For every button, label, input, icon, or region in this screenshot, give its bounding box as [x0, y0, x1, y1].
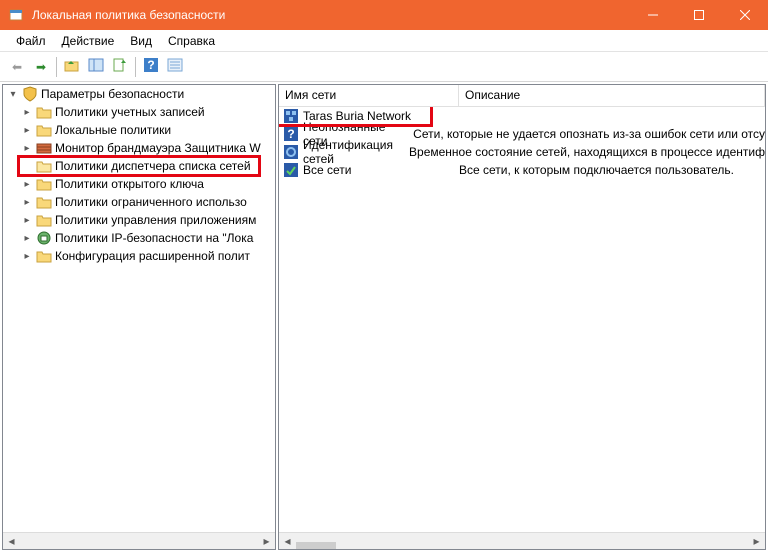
chevron-right-icon[interactable]: ▸ [21, 125, 33, 136]
folder-icon [36, 176, 52, 192]
arrow-left-icon: ⬅ [12, 60, 22, 74]
tree-item-label: Локальные политики [55, 123, 171, 137]
tree-item[interactable]: ▸ Политики управления приложениям [3, 211, 275, 229]
show-hide-tree-button[interactable] [85, 56, 107, 78]
folder-icon [36, 212, 52, 228]
folder-icon [36, 194, 52, 210]
folder-open-icon [36, 158, 52, 174]
tree-item-label: Политики диспетчера списка сетей [55, 159, 251, 173]
scroll-left-icon[interactable]: ◂ [3, 533, 20, 550]
toolbar: ⬅ ➡ ? [0, 52, 768, 82]
panes-icon [88, 57, 104, 76]
tree-item-label: Политики управления приложениям [55, 213, 256, 227]
firewall-icon [36, 140, 52, 156]
tree-item[interactable]: ▸ Конфигурация расширенной полит [3, 247, 275, 265]
tree-panel: ▾ Параметры безопасности ▸ Политики учет… [2, 84, 276, 550]
tree-item-label: Конфигурация расширенной полит [55, 249, 250, 263]
window-title: Локальная политика безопасности [32, 8, 630, 22]
chevron-right-icon[interactable]: ▸ [21, 215, 33, 226]
arrow-right-icon: ➡ [36, 60, 46, 74]
list-body[interactable]: Taras Buria Network ? Неопознанные сети … [279, 107, 765, 532]
folder-icon [36, 104, 52, 120]
list-horizontal-scrollbar[interactable]: ◂ ▸ [279, 532, 765, 549]
back-button[interactable]: ⬅ [6, 56, 28, 78]
app-icon [8, 7, 24, 23]
ipsec-icon [36, 230, 52, 246]
close-button[interactable] [722, 0, 768, 30]
list-icon [167, 57, 183, 76]
tree-horizontal-scrollbar[interactable]: ◂ ▸ [3, 532, 275, 549]
folder-icon [36, 122, 52, 138]
tree-item[interactable]: ▸ Политики открытого ключа [3, 175, 275, 193]
folder-icon [36, 248, 52, 264]
menu-help[interactable]: Справка [160, 32, 223, 50]
tree-item-label: Политики ограниченного использо [55, 195, 247, 209]
svg-text:?: ? [147, 58, 154, 72]
tree-item[interactable]: ▸ Политики учетных записей [3, 103, 275, 121]
chevron-down-icon[interactable]: ▾ [7, 89, 19, 100]
menu-bar: Файл Действие Вид Справка [0, 30, 768, 52]
refresh-button[interactable] [164, 56, 186, 78]
list-item-desc: Временное состояние сетей, находящихся в… [409, 145, 765, 159]
maximize-button[interactable] [676, 0, 722, 30]
export-icon [112, 57, 128, 76]
export-button[interactable] [109, 56, 131, 78]
tree-body[interactable]: ▾ Параметры безопасности ▸ Политики учет… [3, 85, 275, 532]
chevron-right-icon[interactable]: ▸ [21, 251, 33, 262]
list-panel: Имя сети Описание Taras Buria Network ? … [278, 84, 766, 550]
forward-button[interactable]: ➡ [30, 56, 52, 78]
scroll-right-icon[interactable]: ▸ [258, 533, 275, 550]
tree-item-label: Политики учетных записей [55, 105, 205, 119]
network-all-icon [283, 162, 299, 178]
menu-action[interactable]: Действие [54, 32, 123, 50]
help-icon: ? [143, 57, 159, 76]
column-header-description[interactable]: Описание [459, 85, 765, 106]
up-button[interactable] [61, 56, 83, 78]
tree-item[interactable]: ▸ Политики IP-безопасности на "Лока [3, 229, 275, 247]
chevron-right-icon[interactable]: ▸ [21, 107, 33, 118]
column-header-name[interactable]: Имя сети [279, 85, 459, 106]
tree-item[interactable]: ▸ Монитор брандмауэра Защитника W [3, 139, 275, 157]
tree-root[interactable]: ▾ Параметры безопасности [3, 85, 275, 103]
scroll-right-icon[interactable]: ▸ [748, 533, 765, 550]
help-button[interactable]: ? [140, 56, 162, 78]
menu-view[interactable]: Вид [122, 32, 160, 50]
title-bar: Локальная политика безопасности [0, 0, 768, 30]
list-item-desc: Сети, которые не удается опознать из-за … [413, 127, 765, 141]
toolbar-separator [56, 57, 57, 77]
menu-file[interactable]: Файл [8, 32, 54, 50]
chevron-right-icon[interactable]: ▸ [21, 143, 33, 154]
tree-item[interactable]: ▸ Локальные политики [3, 121, 275, 139]
chevron-right-icon[interactable]: ▸ [21, 179, 33, 190]
minimize-button[interactable] [630, 0, 676, 30]
list-item[interactable]: Идентификация сетей Временное состояние … [279, 143, 765, 161]
tree-item-label: Монитор брандмауэра Защитника W [55, 141, 261, 155]
chevron-right-icon[interactable]: ▸ [21, 233, 33, 244]
folder-up-icon [64, 57, 80, 76]
list-header: Имя сети Описание [279, 85, 765, 107]
tree-item-label: Политики открытого ключа [55, 177, 204, 191]
chevron-right-icon[interactable]: ▸ [21, 197, 33, 208]
tree-item-label: Политики IP-безопасности на "Лока [55, 231, 253, 245]
tree-item-selected[interactable]: Политики диспетчера списка сетей [3, 157, 275, 175]
scroll-thumb[interactable] [296, 542, 336, 550]
list-item[interactable]: Все сети Все сети, к которым подключаетс… [279, 161, 765, 179]
network-identifying-icon [283, 144, 299, 160]
content-area: ▾ Параметры безопасности ▸ Политики учет… [0, 82, 768, 552]
toolbar-separator [135, 57, 136, 77]
tree-root-label: Параметры безопасности [41, 87, 184, 101]
shield-icon [22, 86, 38, 102]
scroll-left-icon[interactable]: ◂ [279, 533, 296, 550]
list-item-desc: Все сети, к которым подключается пользов… [459, 163, 765, 177]
list-item-name: Все сети [303, 163, 352, 177]
tree-item[interactable]: ▸ Политики ограниченного использо [3, 193, 275, 211]
